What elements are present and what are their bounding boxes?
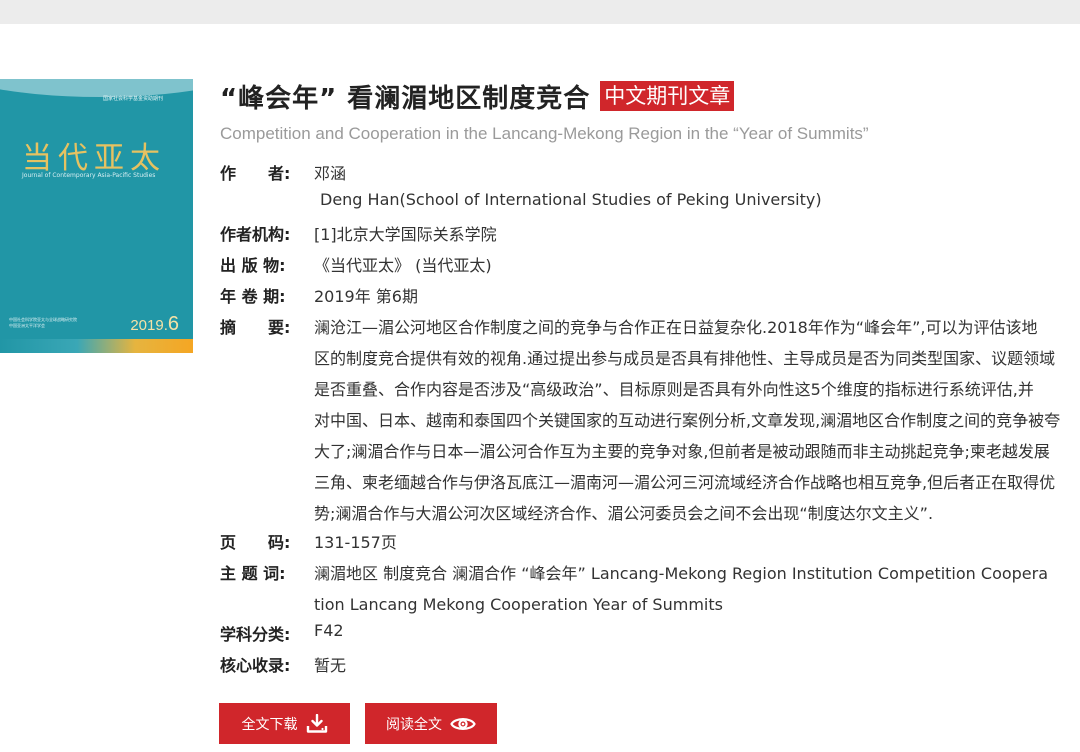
read-fulltext-button[interactable]: 阅读全文 (365, 703, 497, 744)
article-title: “峰会年” 看澜湄地区制度竞合 (220, 83, 591, 114)
cover-english-name: Journal of Contemporary Asia-Pacific Stu… (22, 172, 156, 179)
cover-issue-number: 6 (167, 313, 179, 335)
article-type-badge: 中文期刊文章 (600, 81, 735, 111)
pages-label: 页 码: (220, 533, 291, 552)
cover-title: 当代亚太 (22, 141, 166, 176)
year-issue-label: 年 卷 期: (220, 287, 286, 306)
abstract-line: 澜沧江—湄公河地区合作制度之间的竞争与合作正在日益复杂化.2018年作为“峰会年… (314, 318, 1038, 337)
institution-label: 作者机构: (220, 225, 291, 244)
cover-color-strip (0, 339, 193, 353)
abstract-line: 大了;澜湄合作与日本—湄公河合作互为主要的竞争对象,但前者是被动跟随而非主动挑起… (314, 442, 1050, 461)
cover-issue: 2019.6 (130, 313, 179, 336)
core-label: 核心收录: (220, 656, 291, 675)
cover-issue-year: 2019. (130, 317, 168, 334)
author-en[interactable]: Deng Han(School of International Studies… (320, 190, 822, 209)
keywords-label: 主 题 词: (220, 564, 286, 583)
keywords-line[interactable]: 澜湄地区 制度竞合 澜湄合作 “峰会年” Lancang-Mekong Regi… (314, 558, 1080, 589)
institution-value: [1]北京大学国际关系学院 (314, 225, 497, 244)
abstract-line: 对中国、日本、越南和泰国四个关键国家的互动进行案例分析,文章发现,澜湄地区合作制… (314, 411, 1061, 430)
year-issue-value: 2019年 第6期 (314, 287, 418, 306)
publication-value[interactable]: 《当代亚太》 (当代亚太) (314, 252, 492, 276)
abstract-line: 三角、柬老缅越合作与伊洛瓦底江—湄南河—湄公河三河流域经济合作战略也相互竞争,但… (314, 473, 1056, 492)
abstract-line: 势;澜湄合作与大湄公河次区域经济合作、湄公河委员会之间不会出现“制度达尔文主义”… (314, 504, 934, 523)
discipline-label: 学科分类: (220, 625, 291, 644)
abstract-text: 澜沧江—湄公河地区合作制度之间的竞争与合作正在日益复杂化.2018年作为“峰会年… (314, 312, 1080, 529)
author-cn[interactable]: 邓涵 (314, 160, 346, 184)
article-title-row: “峰会年” 看澜湄地区制度竞合 中文期刊文章 (220, 78, 735, 114)
pages-value: 131-157页 (314, 533, 397, 552)
cover-publisher: 中国社会科学院亚太与全球战略研究院 中国亚洲太平洋学会 (9, 317, 109, 329)
publication-label: 出 版 物: (220, 256, 286, 275)
core-value: 暂无 (314, 656, 347, 675)
abstract-line: 是否重叠、合作内容是否涉及“高级政治”、目标原则是否具有外向性这5个维度的指标进… (314, 380, 1034, 399)
keywords-text[interactable]: 澜湄地区 制度竞合 澜湄合作 “峰会年” Lancang-Mekong Regi… (314, 558, 1080, 620)
article-english-title: Competition and Cooperation in the Lanca… (220, 124, 869, 143)
eye-icon (450, 715, 476, 733)
keywords-line[interactable]: tion Lancang Mekong Cooperation Year of … (314, 589, 1080, 620)
cover-small-title: 国家社会科学基金资助期刊 (103, 96, 164, 102)
cover-decoration (0, 79, 193, 97)
cover-publisher-line: 中国亚洲太平洋学会 (9, 323, 45, 328)
download-fulltext-button[interactable]: 全文下载 (219, 703, 350, 744)
abstract-line: 区的制度竞合提供有效的视角.通过提出参与成员是否具有排他性、主导成员是否为同类型… (314, 349, 1056, 368)
top-bar (0, 0, 1080, 24)
abstract-label: 摘 要: (220, 318, 291, 337)
download-icon (306, 713, 328, 734)
read-button-label: 阅读全文 (386, 716, 442, 733)
author-label: 作 者: (220, 164, 291, 183)
download-button-label: 全文下载 (241, 716, 298, 733)
discipline-value: F42 (314, 621, 344, 640)
journal-cover-image[interactable]: 国家社会科学基金资助期刊 当代亚太 Journal of Contemporar… (0, 79, 193, 353)
